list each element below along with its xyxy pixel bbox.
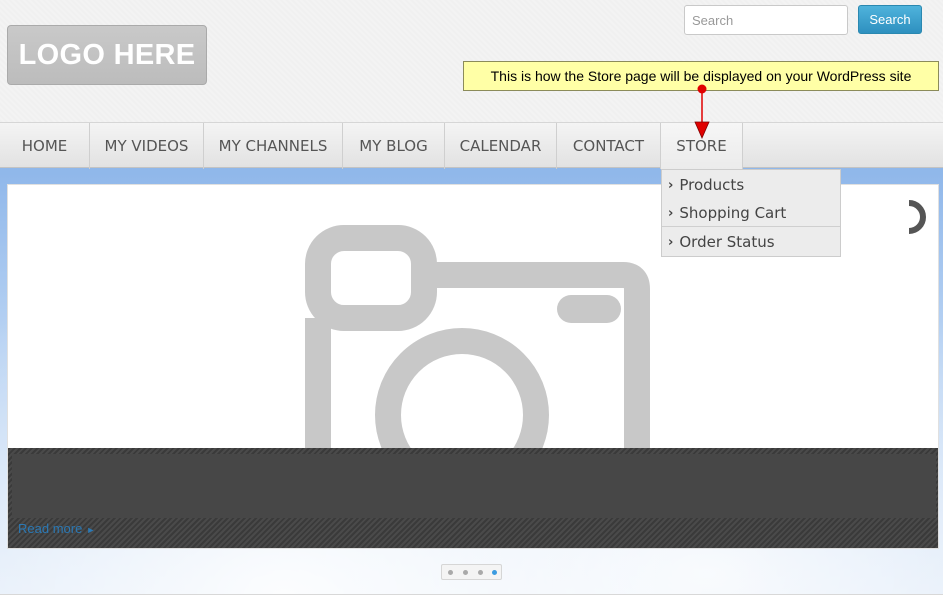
dropdown-item-order-status[interactable]: › Order Status (662, 228, 840, 256)
page-footer-edge (0, 594, 943, 603)
nav-item-my-channels[interactable]: MY CHANNELS (204, 123, 343, 169)
slide-caption: Read more ► (8, 448, 938, 548)
dropdown-item-label: Products (679, 176, 745, 194)
pager-dot-active[interactable] (492, 570, 497, 575)
site-logo[interactable]: LOGO HERE (7, 25, 207, 85)
chevron-right-icon: › (668, 205, 674, 221)
nav-item-calendar[interactable]: CALENDAR (445, 123, 557, 169)
spinner-icon (908, 200, 926, 234)
dropdown-item-label: Shopping Cart (679, 204, 787, 222)
read-more-link[interactable]: Read more ► (18, 521, 95, 536)
main-nav: HOME MY VIDEOS MY CHANNELS MY BLOG CALEN… (0, 122, 943, 169)
search-button[interactable]: Search (858, 5, 922, 34)
slider-pager (441, 564, 502, 580)
pager-dot[interactable] (478, 570, 483, 575)
store-dropdown-menu: › Products › Shopping Cart › Order Statu… (661, 169, 841, 257)
dropdown-item-label: Order Status (679, 233, 775, 251)
nav-item-my-videos[interactable]: MY VIDEOS (90, 123, 204, 169)
dropdown-divider (662, 226, 840, 227)
annotation-arrow-icon (694, 84, 710, 139)
caption-body (12, 454, 936, 518)
read-more-label: Read more (18, 521, 83, 536)
pager-dot[interactable] (448, 570, 453, 575)
caret-right-icon: ► (86, 525, 96, 535)
chevron-right-icon: › (668, 234, 674, 250)
dropdown-item-products[interactable]: › Products (662, 171, 840, 199)
nav-item-contact[interactable]: CONTACT (557, 123, 661, 169)
dropdown-item-shopping-cart[interactable]: › Shopping Cart (662, 199, 840, 227)
search-input[interactable] (684, 5, 848, 35)
nav-item-home[interactable]: HOME (0, 123, 90, 169)
chevron-right-icon: › (668, 177, 674, 193)
nav-item-my-blog[interactable]: MY BLOG (343, 123, 445, 169)
pager-dot[interactable] (463, 570, 468, 575)
